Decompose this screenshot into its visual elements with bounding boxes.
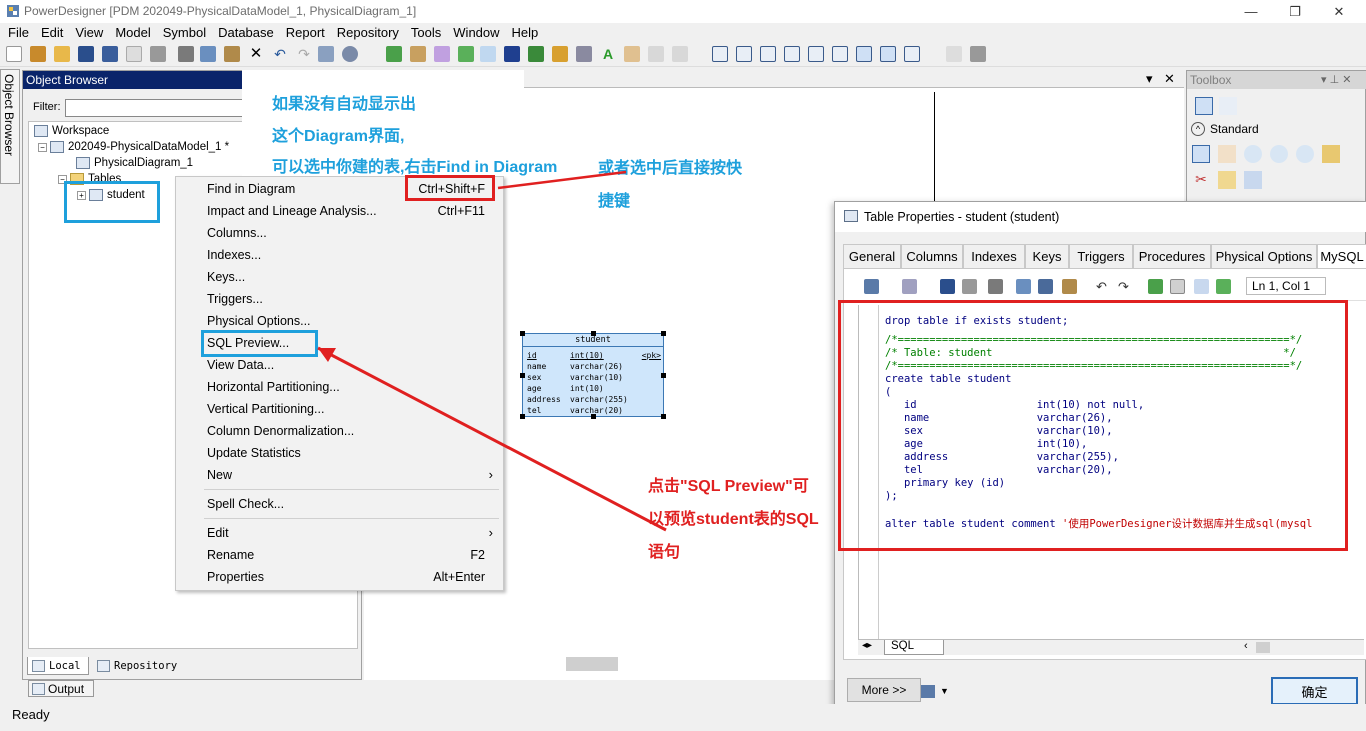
shortcut-arrow-line: [497, 170, 627, 190]
sql-preview-arrow-line: [317, 346, 667, 532]
annotation-arrows: [317, 170, 667, 532]
